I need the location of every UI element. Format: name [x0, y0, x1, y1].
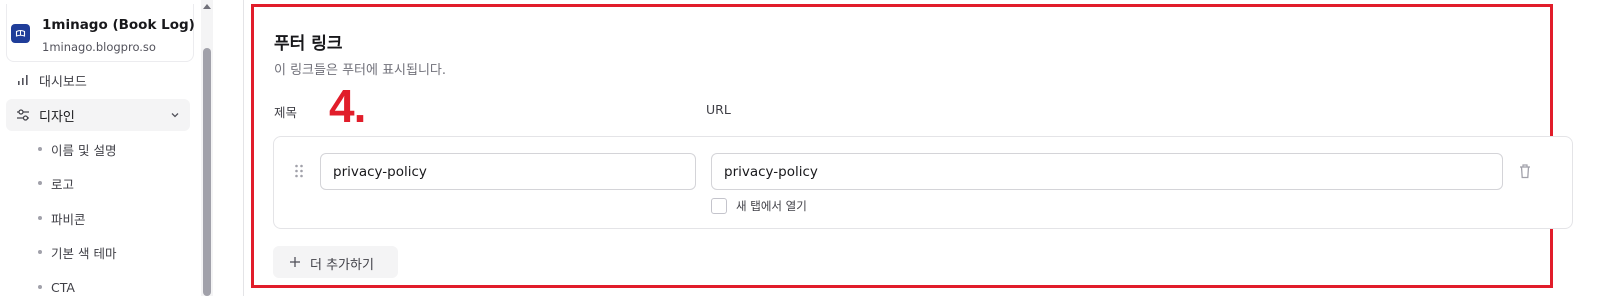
app-root: 1minago (Book Log) 1minago.blogpro.so 대시… — [0, 0, 1604, 296]
sub-item-label: 파비콘 — [51, 211, 86, 227]
column-label-title: 제목 — [274, 105, 298, 120]
chevron-down-icon[interactable] — [169, 109, 181, 121]
add-more-button[interactable]: 더 추가하기 — [273, 246, 398, 278]
content-divider — [243, 0, 244, 296]
site-url: 1minago.blogpro.so — [42, 40, 156, 54]
bullet-dot — [38, 250, 42, 254]
bullet-dot — [38, 216, 42, 220]
sidebar: 1minago (Book Log) 1minago.blogpro.so 대시… — [0, 0, 205, 296]
trash-icon[interactable] — [1517, 162, 1533, 180]
footer-links-section: 푸터 링크 이 링크들은 푸터에 표시됩니다. 제목 4. URL 새 탭에서 … — [251, 4, 1573, 288]
nav-label-dashboard: 대시보드 — [39, 74, 87, 90]
footer-link-row: 새 탭에서 열기 — [273, 136, 1573, 229]
section-title: 푸터 링크 — [274, 34, 343, 54]
sidebar-scrollbar-thumb[interactable] — [203, 48, 211, 296]
bullet-dot — [38, 285, 42, 289]
plus-icon — [290, 257, 300, 267]
scroll-up-arrow-icon[interactable] — [203, 4, 211, 9]
bullet-dot — [38, 181, 42, 185]
nav-label-design: 디자인 — [39, 109, 75, 125]
sub-item-name-description[interactable]: 이름 및 설명 — [38, 139, 116, 159]
section-description: 이 링크들은 푸터에 표시됩니다. — [274, 63, 447, 78]
bullet-dot — [38, 147, 42, 151]
site-switcher[interactable]: 1minago (Book Log) 1minago.blogpro.so — [6, 4, 195, 62]
sub-item-cta[interactable]: CTA — [38, 277, 75, 296]
book-logo-icon — [11, 24, 30, 43]
step-annotation: 4. — [329, 80, 366, 132]
sub-item-label: 이름 및 설명 — [51, 142, 117, 158]
drag-handle-icon[interactable] — [293, 163, 305, 179]
sub-item-label: 로고 — [51, 176, 75, 192]
column-label-url: URL — [706, 102, 731, 117]
new-tab-checkbox-label: 새 탭에서 열기 — [736, 199, 807, 213]
new-tab-checkbox[interactable] — [711, 198, 727, 214]
sliders-icon — [17, 109, 29, 121]
sub-item-logo[interactable]: 로고 — [38, 173, 74, 193]
sub-item-favicon[interactable]: 파비콘 — [38, 208, 86, 228]
link-url-input[interactable] — [711, 153, 1503, 190]
site-title: 1minago (Book Log) — [42, 17, 195, 33]
add-more-label: 더 추가하기 — [310, 258, 374, 273]
link-title-input[interactable] — [320, 153, 696, 190]
nav-item-design[interactable]: 디자인 — [6, 99, 190, 131]
bar-chart-icon — [18, 75, 28, 85]
sub-item-label: CTA — [51, 279, 75, 295]
sub-item-label: 기본 색 테마 — [51, 245, 117, 261]
nav-item-dashboard[interactable]: 대시보드 — [6, 64, 190, 96]
sub-item-color-theme[interactable]: 기본 색 테마 — [38, 242, 116, 262]
